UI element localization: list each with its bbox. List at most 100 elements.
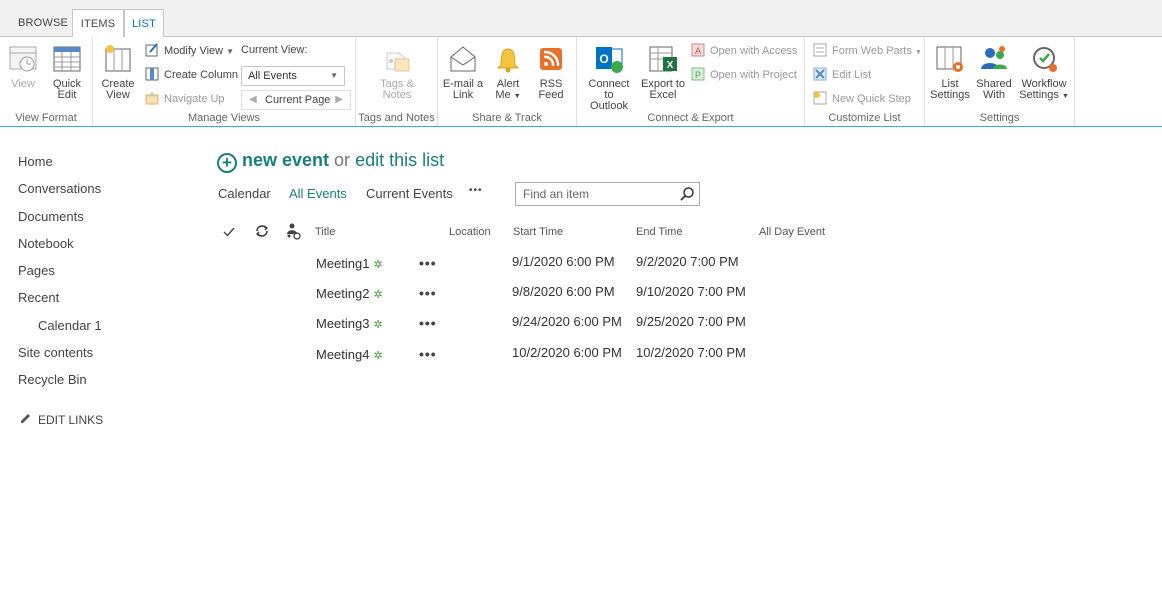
form-web-parts-button[interactable]: Form Web Parts ▼ <box>813 42 922 60</box>
column-header-end-time[interactable]: End Time <box>636 226 682 238</box>
create-view-button[interactable]: Create View <box>95 43 141 101</box>
list-settings-button[interactable]: List Settings <box>927 43 973 101</box>
view-label: View <box>11 78 35 90</box>
group-share-track: E-mail a Link Alert Me ▼ RSS Feed Share … <box>438 37 577 126</box>
row-menu-button[interactable]: ••• <box>419 255 437 271</box>
row-menu-button[interactable]: ••• <box>419 285 437 301</box>
row-title[interactable]: Meeting4 ✲ <box>316 347 383 362</box>
new-item-icon: ✲ <box>373 289 383 301</box>
ribbon: View Quick Edit View Format Create View <box>0 37 1162 127</box>
new-quick-step-button[interactable]: New Quick Step <box>813 90 911 108</box>
new-item-icon: ✲ <box>373 350 383 362</box>
add-circle-icon[interactable]: + <box>217 153 237 173</box>
row-menu-button[interactable]: ••• <box>419 346 437 362</box>
quick-edit-button[interactable]: Quick Edit <box>44 43 90 101</box>
edit-list-label: Edit List <box>832 69 872 81</box>
view-tab-current-events[interactable]: Current Events <box>366 186 453 201</box>
excel-icon: X <box>649 46 677 72</box>
tab-items[interactable]: ITEMS <box>72 9 124 37</box>
refresh-icon[interactable] <box>254 223 270 239</box>
group-label-settings: Settings <box>979 112 1020 124</box>
nav-item-notebook[interactable]: Notebook <box>18 236 74 251</box>
group-customize-list: Form Web Parts ▼ Edit List New Quick Ste… <box>805 37 925 126</box>
column-header-location[interactable]: Location <box>449 226 491 238</box>
view-button[interactable]: View <box>0 43 46 90</box>
rss-label-2: Feed <box>538 89 564 101</box>
nav-item-conversations[interactable]: Conversations <box>18 181 101 196</box>
nav-item-site-contents[interactable]: Site contents <box>18 345 93 360</box>
new-event-link[interactable]: new event <box>242 150 329 170</box>
rss-feed-button[interactable]: RSS Feed <box>528 43 574 101</box>
group-label-view-format: View Format <box>15 112 77 124</box>
group-label-share-track: Share & Track <box>472 112 542 124</box>
view-tab-all-events[interactable]: All Events <box>289 186 347 201</box>
tab-list[interactable]: LIST <box>124 9 164 38</box>
connect-outlook-button[interactable]: O Connect to Outlook <box>583 43 635 112</box>
access-icon: A <box>691 43 705 57</box>
more-views-button[interactable]: ••• <box>469 185 483 196</box>
open-access-button[interactable]: A Open with Access <box>691 42 797 60</box>
next-page-icon[interactable]: ▶ <box>335 91 343 109</box>
view-tab-calendar[interactable]: Calendar <box>218 186 271 201</box>
excel-label-2: Excel <box>649 89 677 101</box>
svg-text:X: X <box>667 60 674 71</box>
row-title[interactable]: Meeting3 ✲ <box>316 316 383 331</box>
rss-icon <box>540 48 562 70</box>
svg-text:P: P <box>695 70 701 80</box>
nav-item-recycle-bin[interactable]: Recycle Bin <box>18 372 87 387</box>
group-settings: List Settings Shared With Workflow Setti… <box>925 37 1075 126</box>
column-header-title[interactable]: Title <box>315 226 335 238</box>
nav-item-pages[interactable]: Pages <box>18 263 55 278</box>
modify-view-button[interactable]: Modify View ▼ <box>145 42 234 60</box>
create-column-button[interactable]: Create Column <box>145 66 238 84</box>
edit-list-button[interactable]: Edit List <box>813 66 871 84</box>
row-end-time: 9/25/2020 7:00 PM <box>636 314 746 329</box>
tab-browse[interactable]: BROWSE <box>8 9 78 37</box>
envelope-icon <box>450 46 476 72</box>
workflow-settings-button[interactable]: Workflow Settings ▼ <box>1017 43 1071 102</box>
row-menu-button[interactable]: ••• <box>419 315 437 331</box>
nav-item-documents[interactable]: Documents <box>18 209 84 224</box>
column-header-start-time[interactable]: Start Time <box>513 226 563 238</box>
email-link-button[interactable]: E-mail a Link <box>440 43 486 101</box>
search-icon[interactable] <box>679 186 695 202</box>
alert-label-2: Me <box>495 89 511 101</box>
alert-me-button[interactable]: Alert Me ▼ <box>485 43 531 102</box>
row-title[interactable]: Meeting2 ✲ <box>316 286 383 301</box>
group-manage-views: Create View Modify View ▼ Create Column … <box>93 37 356 126</box>
attachment-people-icon[interactable] <box>284 222 302 240</box>
navigate-up-button[interactable]: Navigate Up <box>145 90 225 108</box>
people-icon <box>981 46 1007 69</box>
row-end-time: 10/2/2020 7:00 PM <box>636 345 746 360</box>
column-header-all-day-event[interactable]: All Day Event <box>759 226 825 238</box>
row-title[interactable]: Meeting1 ✲ <box>316 256 383 271</box>
project-icon: P <box>691 67 705 81</box>
nav-item-calendar-1[interactable]: Calendar 1 <box>38 318 102 333</box>
tags-notes-button[interactable]: Tags & Notes <box>374 43 420 101</box>
group-connect-export: O Connect to Outlook X Export to Excel A… <box>577 37 805 126</box>
tag-icon <box>386 52 410 72</box>
edit-links-button[interactable]: EDIT LINKS <box>18 412 103 427</box>
current-view-select[interactable]: All Events ▼ <box>241 66 345 86</box>
row-title-text: Meeting1 <box>316 256 370 271</box>
shared-with-button[interactable]: Shared With <box>971 43 1017 101</box>
row-title-text: Meeting3 <box>316 316 370 331</box>
create-view-label-2: View <box>106 89 130 101</box>
bell-icon <box>496 48 520 73</box>
view-icon <box>9 46 37 72</box>
row-start-time: 9/8/2020 6:00 PM <box>512 284 615 299</box>
new-item-icon: ✲ <box>373 259 383 271</box>
row-end-time: 9/2/2020 7:00 PM <box>636 254 739 269</box>
search-input[interactable] <box>515 182 700 206</box>
edit-this-list-link[interactable]: edit this list <box>355 150 444 170</box>
previous-page-icon[interactable]: ◀ <box>249 91 257 109</box>
form-web-parts-label: Form Web Parts <box>832 45 912 57</box>
nav-item-recent[interactable]: Recent <box>18 290 59 305</box>
new-event-heading: + new event or edit this list <box>217 150 444 173</box>
nav-item-home[interactable]: Home <box>18 154 53 169</box>
select-all-checkmark-icon[interactable] <box>223 226 235 238</box>
export-excel-button[interactable]: X Export to Excel <box>638 43 688 101</box>
edit-links-label: EDIT LINKS <box>38 413 104 427</box>
row-title-text: Meeting2 <box>316 286 370 301</box>
open-project-button[interactable]: P Open with Project <box>691 66 797 84</box>
